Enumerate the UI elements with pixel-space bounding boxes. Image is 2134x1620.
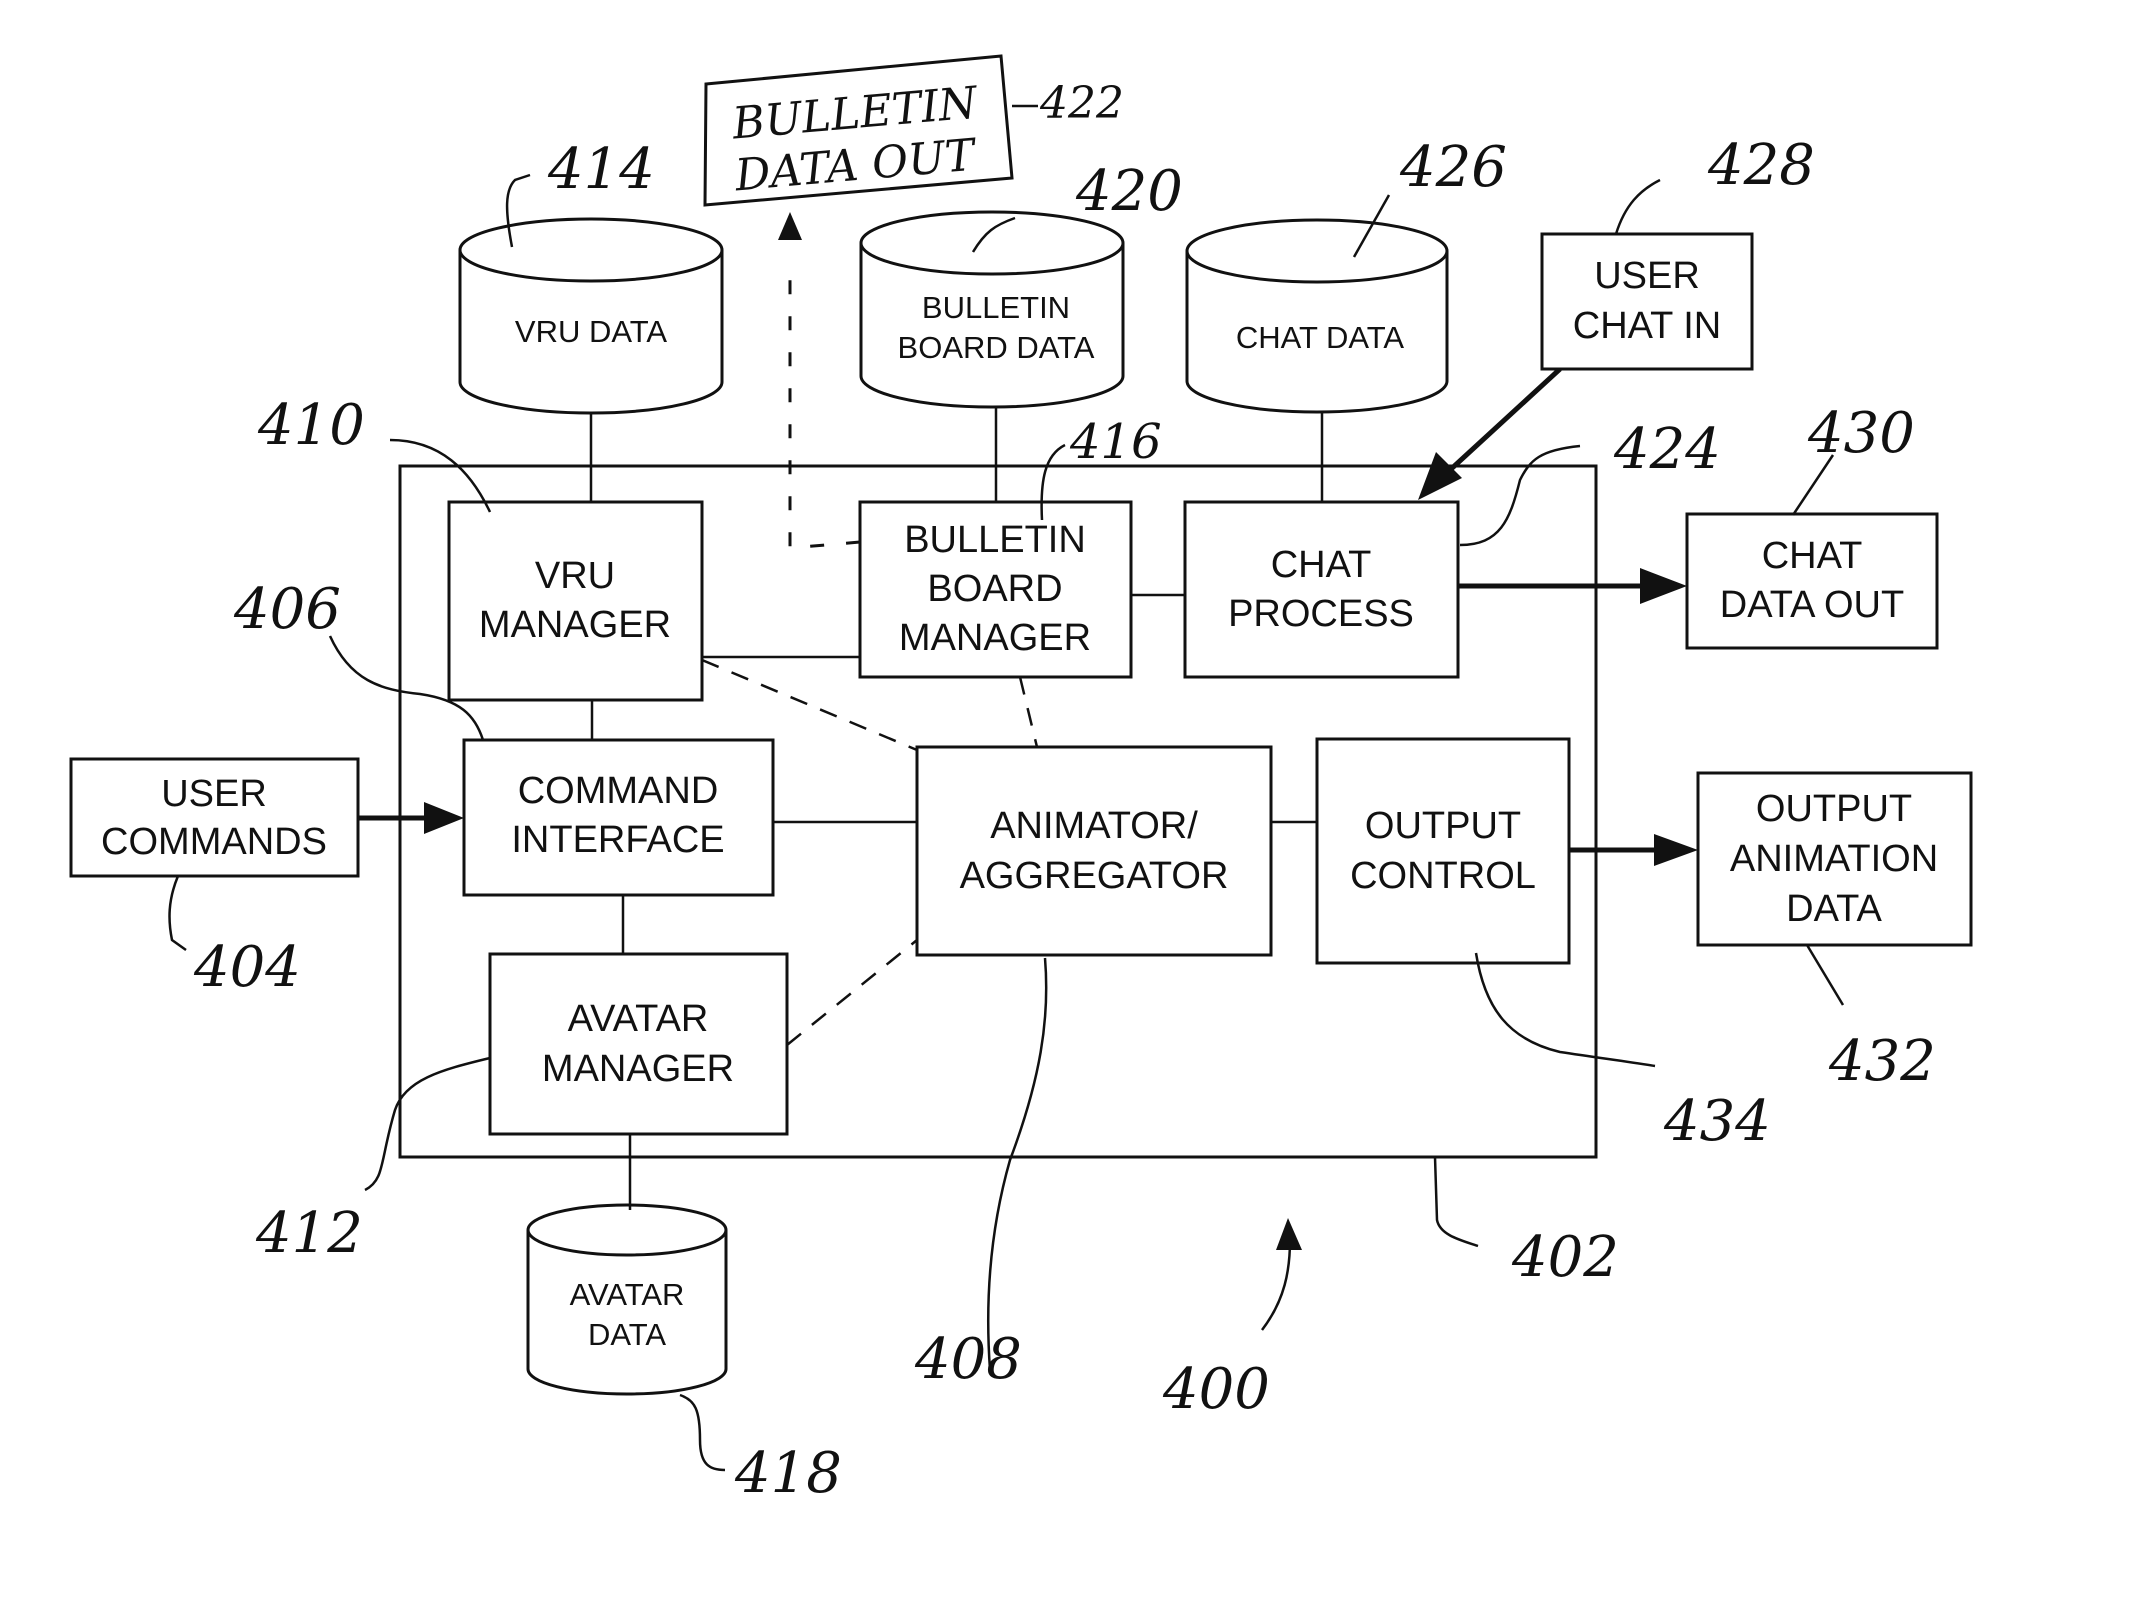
store-vru-data: VRU DATA: [458, 217, 724, 415]
dashed-link-bb-manager-to-bulletin-out: [788, 260, 861, 550]
block-diagram: VRU DATA BULLETIN BOARD DATA CHAT DATA A…: [69, 54, 1973, 1506]
ref-410: 410: [257, 393, 365, 458]
leader-400-arrow: [1261, 1239, 1292, 1331]
arrowhead-user-commands: [424, 802, 464, 834]
ref-426: 426: [1399, 135, 1507, 200]
block-command-interface-line-1: COMMAND: [518, 770, 719, 812]
store-avatar-data-line-1: AVATAR: [570, 1277, 685, 1312]
ref-422: 422: [1039, 78, 1124, 129]
leader-412: [364, 1056, 491, 1192]
block-user-commands-line-1: USER: [161, 773, 267, 815]
leader-432: [1805, 944, 1845, 1006]
block-animator-line-2: AGGREGATOR: [960, 855, 1229, 897]
block-user-chat-in-line-1: USER: [1594, 255, 1700, 297]
block-output-control: OUTPUT CONTROL: [1315, 737, 1571, 965]
ref-404: 404: [193, 935, 301, 1000]
block-bb-manager-line-2: BOARD: [927, 568, 1062, 610]
ref-434: 434: [1663, 1089, 1771, 1154]
block-animator-aggregator: ANIMATOR/ AGGREGATOR: [915, 745, 1273, 957]
block-chat-data-out-line-2: DATA OUT: [1720, 584, 1904, 626]
leader-408: [986, 957, 1048, 1371]
arrowhead-chat-data-out: [1640, 568, 1687, 604]
block-avatar-manager-line-2: MANAGER: [542, 1048, 734, 1090]
ref-408: 408: [914, 1327, 1022, 1392]
ref-424: 424: [1613, 417, 1721, 482]
leader-424: [1459, 444, 1581, 547]
store-chat-data-label: CHAT DATA: [1236, 320, 1405, 355]
ref-420: 420: [1075, 159, 1183, 224]
block-avatar-manager-line-1: AVATAR: [568, 998, 709, 1040]
dashed-link-avatar-manager-to-animator: [786, 939, 918, 1046]
ref-400: 400: [1162, 1357, 1270, 1422]
store-avatar-data-line-2: DATA: [588, 1317, 666, 1352]
ref-414: 414: [547, 137, 655, 202]
ref-428: 428: [1707, 133, 1815, 198]
store-vru-data-label: VRU DATA: [515, 314, 667, 349]
block-user-commands-line-2: COMMANDS: [101, 821, 327, 863]
store-bulletin-board-data: BULLETIN BOARD DATA: [859, 210, 1125, 409]
leader-418: [679, 1393, 726, 1472]
store-bulletin-board-data-line-2: BOARD DATA: [898, 330, 1095, 365]
ref-412: 412: [255, 1201, 363, 1266]
block-command-interface-line-2: INTERFACE: [511, 819, 724, 861]
block-chat-process-line-1: CHAT: [1271, 544, 1372, 586]
block-avatar-manager: AVATAR MANAGER: [488, 952, 789, 1136]
ref-432: 432: [1828, 1029, 1936, 1094]
dashed-link-bb-manager-to-animator: [1018, 676, 1039, 748]
block-bb-manager-line-3: MANAGER: [899, 617, 1091, 659]
block-chat-data-out: CHAT DATA OUT: [1685, 512, 1939, 650]
block-chat-data-out-line-1: CHAT: [1762, 535, 1863, 577]
ref-416: 416: [1069, 414, 1162, 470]
block-user-commands: USER COMMANDS: [69, 757, 360, 878]
block-output-control-line-1: OUTPUT: [1365, 805, 1521, 847]
block-command-interface: COMMAND INTERFACE: [462, 738, 775, 897]
block-vru-manager-line-1: VRU: [535, 555, 615, 597]
arrowhead-bulletin-out: [778, 212, 802, 240]
block-vru-manager-line-2: MANAGER: [479, 604, 671, 646]
leader-434: [1474, 952, 1656, 1068]
ref-430: 430: [1807, 401, 1915, 466]
leader-402: [1433, 1156, 1479, 1248]
block-user-chat-in-line-2: CHAT IN: [1573, 305, 1722, 347]
ref-406: 406: [233, 577, 341, 642]
ref-402: 402: [1511, 1225, 1619, 1290]
leader-428: [1614, 178, 1661, 235]
ref-418: 418: [734, 1441, 842, 1506]
arrowhead-400: [1276, 1218, 1302, 1250]
block-bb-manager-line-1: BULLETIN: [904, 519, 1086, 561]
store-avatar-data: AVATAR DATA: [526, 1203, 728, 1396]
block-output-animation-data: OUTPUT ANIMATION DATA: [1696, 771, 1973, 947]
block-chat-process: CHAT PROCESS: [1183, 500, 1460, 679]
block-output-animation-line-3: DATA: [1786, 888, 1882, 930]
store-chat-data: CHAT DATA: [1185, 218, 1449, 414]
block-bulletin-data-out: BULLETIN DATA OUT: [703, 54, 1014, 207]
block-output-animation-line-1: OUTPUT: [1756, 788, 1912, 830]
block-vru-manager: VRU MANAGER: [447, 500, 704, 702]
leader-404: [168, 875, 187, 952]
block-output-control-line-2: CONTROL: [1350, 855, 1536, 897]
arrowhead-user-chat-in: [1418, 452, 1462, 500]
block-output-animation-line-2: ANIMATION: [1730, 838, 1938, 880]
store-bulletin-board-data-line-1: BULLETIN: [922, 290, 1070, 325]
block-chat-process-line-2: PROCESS: [1228, 593, 1414, 635]
block-bulletin-board-manager: BULLETIN BOARD MANAGER: [858, 500, 1133, 679]
block-animator-line-1: ANIMATOR/: [990, 805, 1198, 847]
arrowhead-output-animation: [1654, 834, 1698, 866]
block-user-chat-in: USER CHAT IN: [1540, 232, 1754, 371]
